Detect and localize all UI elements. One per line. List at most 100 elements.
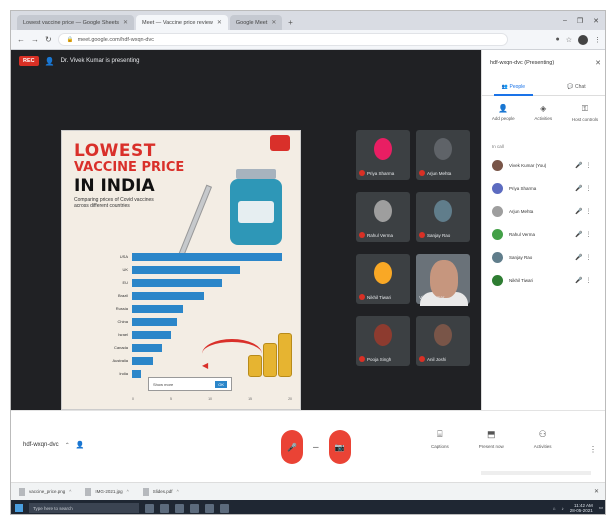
bar-row: China <box>70 318 298 327</box>
people-list-item[interactable]: Nikhil Tiwari 🎤⋮ <box>482 269 605 292</box>
participant-tile[interactable]: Pooja Singh <box>356 316 410 366</box>
bar-label: EU <box>122 280 128 285</box>
taskbar-search[interactable]: Type here to search <box>29 503 139 513</box>
tab-people[interactable]: 👥 People <box>482 80 545 96</box>
participant-avatar <box>434 138 452 160</box>
url-field[interactable]: 🔒 meet.google.com/hdf-wxqn-dvc <box>57 33 508 46</box>
people-icon[interactable]: 👤 <box>76 441 85 449</box>
participant-tile[interactable]: Sanjay Rao <box>416 192 470 242</box>
download-item[interactable]: Slides.pdf ^ <box>142 487 179 496</box>
popup-ok-button[interactable]: OK <box>215 380 227 388</box>
participant-tile[interactable]: Priya Sharma <box>356 130 410 180</box>
download-item[interactable]: IMG-2021.jpg ^ <box>85 487 129 496</box>
participant-tile[interactable]: Arjun Mehta <box>416 130 470 180</box>
back-icon[interactable]: ← <box>17 35 25 44</box>
close-tab-icon[interactable]: ✕ <box>271 19 276 26</box>
recording-badge: REC <box>19 56 39 66</box>
chrome-icon[interactable] <box>205 503 214 513</box>
activities-button[interactable]: ◈ Activities <box>534 104 552 122</box>
profile-avatar[interactable] <box>578 34 588 45</box>
camera-icon[interactable]: ● <box>555 36 559 43</box>
chat-icon: 💬 <box>567 84 576 90</box>
activities-button[interactable]: ⚇ Activities <box>534 429 552 449</box>
leave-call-button[interactable]: – <box>313 442 319 453</box>
person-actions-icon[interactable]: 🎤⋮ <box>575 231 594 238</box>
download-item[interactable]: vaccine_price.png ^ <box>19 487 71 496</box>
mic-muted-icon <box>359 232 365 238</box>
menu-icon[interactable]: ⋮ <box>594 36 601 44</box>
microphone-off-button[interactable]: 🎤 <box>281 430 303 464</box>
task-view-icon[interactable] <box>145 503 154 513</box>
new-tab-button[interactable]: + <box>284 15 296 30</box>
avatar <box>492 206 503 217</box>
bar <box>132 292 204 300</box>
person-actions-icon[interactable]: 🎤⋮ <box>575 185 594 192</box>
person-actions-icon[interactable]: 🎤⋮ <box>575 254 594 261</box>
people-list-item[interactable]: Arjun Mehta 🎤⋮ <box>482 200 605 223</box>
minimize-button[interactable]: – <box>563 17 567 24</box>
meeting-details[interactable]: hdf-wxqn-dvc ⌃ 👤 <box>23 441 84 449</box>
windows-start-icon[interactable] <box>15 504 23 512</box>
clock[interactable]: 11:42 AM 28-05-2021 <box>570 503 593 513</box>
person-name: Rahul Verma <box>509 232 536 237</box>
slide-popup[interactable]: Show more OK <box>148 377 232 391</box>
close-tab-icon[interactable]: ✕ <box>123 19 128 26</box>
person-actions-icon[interactable]: 🎤⋮ <box>575 208 594 215</box>
bar <box>132 253 282 261</box>
close-window-button[interactable]: ✕ <box>593 17 599 25</box>
system-tray: ⌂ ♪ 11:42 AM 28-05-2021 ▭ <box>553 503 603 513</box>
mic-off-icon: 🎤 <box>287 442 297 452</box>
people-list-item[interactable]: Vivek Kumar (You) 🎤⋮ <box>482 154 605 177</box>
slide-title-line1: LOWEST <box>74 141 156 161</box>
participant-name: Anil Joshi <box>427 356 447 362</box>
volume-icon[interactable]: ♪ <box>561 506 563 511</box>
network-icon[interactable]: ⌂ <box>553 506 556 511</box>
downloads-bar: vaccine_price.png ^ IMG-2021.jpg ^ Slides.… <box>11 482 605 500</box>
word-icon[interactable] <box>220 503 229 513</box>
participant-tile[interactable]: Vivek Kumar <box>416 254 470 306</box>
slide-title-line3: IN INDIA <box>74 176 155 196</box>
more-options-button[interactable]: ⋮ <box>589 445 597 454</box>
tab-chat[interactable]: 💬 Chat <box>545 80 605 95</box>
bar-label: Russia <box>115 306 128 311</box>
present-now-button[interactable]: ⬒ Present now <box>479 429 504 449</box>
maximize-button[interactable]: ❐ <box>577 17 583 25</box>
chevron-icon[interactable]: ^ <box>69 489 71 494</box>
browser-tab[interactable]: Google Meet ✕ <box>229 15 283 30</box>
close-downloads-button[interactable]: ✕ <box>594 488 605 495</box>
add-people-button[interactable]: 👤 Add people <box>492 104 515 122</box>
star-icon[interactable]: ☆ <box>566 36 572 44</box>
participant-name-tag: Sanjay Rao <box>419 232 450 238</box>
participant-name-tag: Arjun Mehta <box>419 170 451 176</box>
store-icon[interactable] <box>190 503 199 513</box>
notifications-icon[interactable]: ▭ <box>599 505 603 511</box>
edge-icon[interactable] <box>160 503 169 513</box>
reload-icon[interactable]: ↻ <box>45 35 52 44</box>
file-explorer-icon[interactable] <box>175 503 184 513</box>
people-list-item[interactable]: Priya Sharma 🎤⋮ <box>482 177 605 200</box>
panel-tabs: 👥 People 💬 Chat <box>482 80 605 96</box>
participant-name: Nikhil Tiwari <box>367 294 392 300</box>
forward-icon[interactable]: → <box>31 35 39 44</box>
participant-tile[interactable]: Nikhil Tiwari <box>356 254 410 304</box>
bar <box>132 305 183 313</box>
people-list-item[interactable]: Sanjay Rao 🎤⋮ <box>482 246 605 269</box>
panel-actions: 👤 Add people ◈ Activities ⚿ Host controls <box>482 104 605 122</box>
captions-button[interactable]: ⌸ Captions <box>431 429 449 449</box>
host-controls-button[interactable]: ⚿ Host controls <box>572 104 598 122</box>
browser-tab-active[interactable]: Meet — Vaccine price review ✕ <box>136 15 228 30</box>
participant-tile[interactable]: Anil Joshi <box>416 316 470 366</box>
chevron-icon[interactable]: ^ <box>177 489 179 494</box>
camera-off-button[interactable]: 📷 <box>328 430 351 464</box>
person-actions-icon[interactable]: 🎤⋮ <box>575 277 594 284</box>
browser-tab[interactable]: Lowest vaccine price — Google Sheets ✕ <box>17 15 135 30</box>
chevron-icon[interactable]: ^ <box>127 489 129 494</box>
people-list-item[interactable]: Rahul Verma 🎤⋮ <box>482 223 605 246</box>
close-tab-icon[interactable]: ✕ <box>217 19 222 26</box>
close-icon[interactable]: ✕ <box>595 59 601 67</box>
person-actions-icon[interactable]: 🎤⋮ <box>575 162 594 169</box>
tab-label: Google Meet <box>235 19 268 26</box>
people-list: Vivek Kumar (You) 🎤⋮ Priya Sharma 🎤⋮ Arjun M… <box>482 154 605 292</box>
axis-tick-label: 0 <box>132 397 134 401</box>
participant-tile[interactable]: Rahul Verma <box>356 192 410 242</box>
